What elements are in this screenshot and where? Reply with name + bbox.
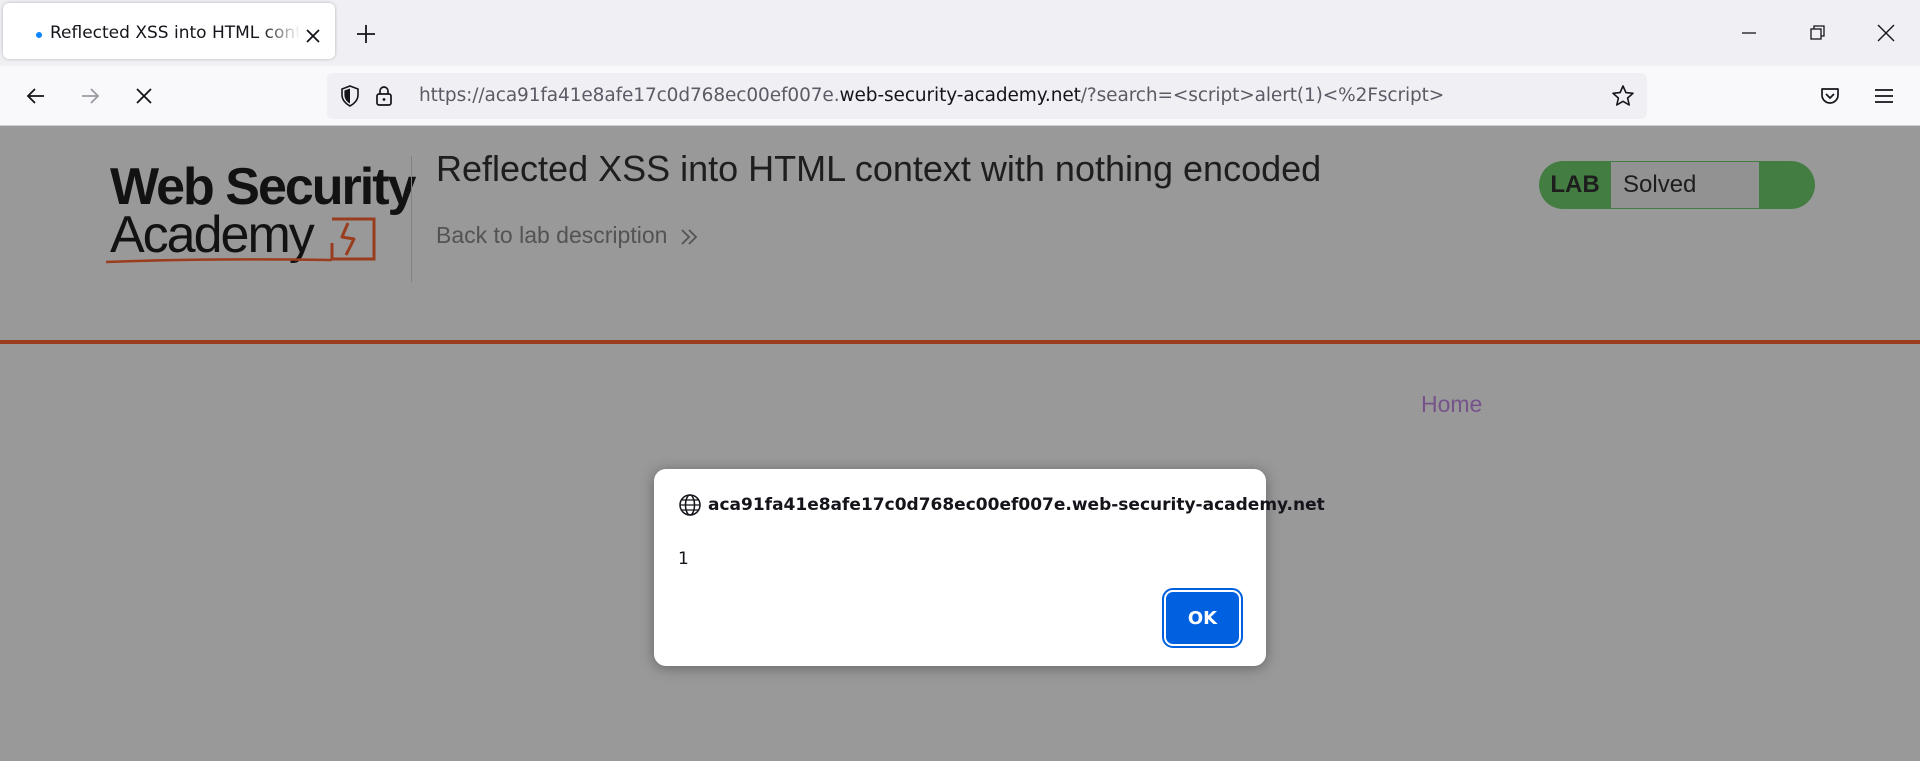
lock-icon[interactable] [371, 83, 397, 109]
url-prefix: https://aca91fa41e8afe17c0d768ec00ef007e… [419, 85, 840, 106]
navigation-toolbar: https://aca91fa41e8afe17c0d768ec00ef007e… [0, 66, 1920, 126]
shield-icon[interactable] [337, 83, 363, 109]
address-bar[interactable]: https://aca91fa41e8afe17c0d768ec00ef007e… [327, 73, 1647, 119]
restore-icon[interactable] [1804, 20, 1830, 46]
bookmark-star-icon[interactable] [1610, 83, 1636, 109]
url-host: web-security-academy.net [839, 85, 1081, 106]
forward-icon[interactable] [77, 83, 103, 109]
url-path: /?search=<script>alert(1)<%2Fscript> [1080, 85, 1445, 106]
tab-title: Reflected XSS into HTML context with not… [50, 23, 300, 43]
back-icon[interactable] [23, 83, 49, 109]
tab-strip: Reflected XSS into HTML context with not… [0, 0, 1920, 66]
dialog-message: 1 [678, 549, 689, 569]
tab-close-icon[interactable] [302, 25, 324, 47]
window-close-icon[interactable] [1873, 20, 1899, 46]
globe-icon [679, 494, 701, 516]
pocket-icon[interactable] [1817, 83, 1843, 109]
url-text[interactable]: https://aca91fa41e8afe17c0d768ec00ef007e… [419, 85, 1444, 106]
new-tab-icon[interactable] [354, 22, 378, 46]
alert-dialog: aca91fa41e8afe17c0d768ec00ef007e.web-sec… [654, 469, 1325, 666]
minimize-icon[interactable] [1736, 20, 1762, 46]
dialog-origin: aca91fa41e8afe17c0d768ec00ef007e.web-sec… [708, 495, 1325, 515]
stop-icon[interactable] [131, 83, 157, 109]
loading-indicator-icon [36, 32, 42, 38]
ok-button[interactable]: OK [1162, 588, 1243, 648]
browser-tab[interactable]: Reflected XSS into HTML context with not… [3, 3, 335, 59]
menu-icon[interactable] [1871, 83, 1897, 109]
